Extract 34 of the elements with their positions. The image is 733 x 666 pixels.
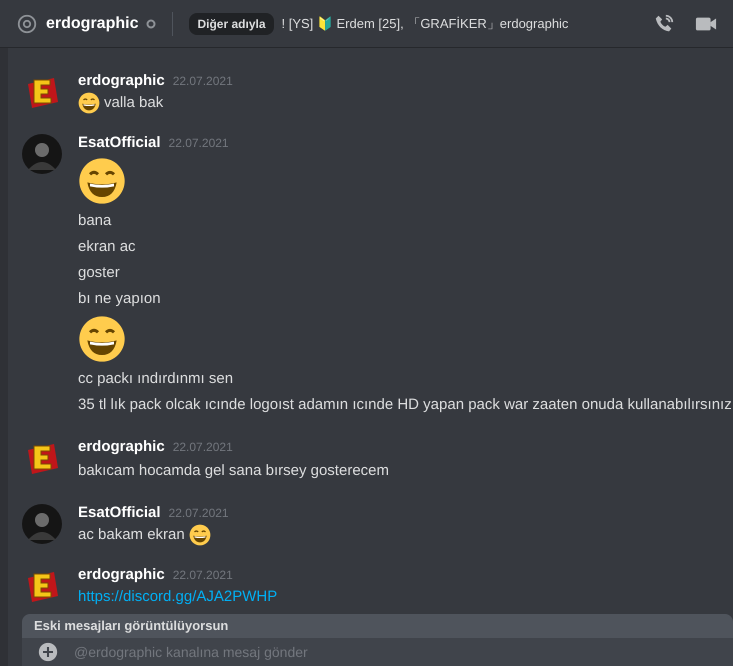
timestamp: 22.07.2021	[172, 439, 233, 456]
status-icon	[146, 18, 156, 28]
author-name: erdographic	[78, 437, 165, 457]
channel-name: erdographic	[46, 14, 138, 34]
at-sign-icon	[16, 12, 38, 34]
grin-emoji-icon	[78, 157, 126, 205]
timestamp: 22.07.2021	[172, 567, 233, 584]
alias-tag: Diğer adıyla	[189, 12, 274, 34]
grin-emoji-icon	[78, 315, 126, 363]
grin-emoji-icon	[78, 92, 100, 114]
message-text: ac bakam ekran	[78, 524, 185, 545]
message-text: bana	[78, 210, 112, 231]
author-name: erdographic	[78, 565, 165, 585]
avatar	[22, 134, 62, 174]
grin-emoji-icon	[188, 524, 211, 546]
message-text: cc packı ındırdınmı sen	[78, 368, 234, 389]
author-name: erdographic	[78, 71, 165, 91]
old-messages-banner: Eski mesajları görüntülüyorsun	[22, 614, 733, 638]
message-text: bakıcam hocamda gel sana bırsey gosterecem	[78, 460, 389, 481]
timestamp: 22.07.2021	[168, 135, 229, 152]
author-name: EsatOfficial	[78, 503, 161, 523]
avatar	[22, 504, 62, 544]
message-text: valla bak	[104, 92, 164, 113]
message-text: 35 tl lık pack olcak ıcınde logoıst adamın ıcınde HD yapan pack war zaaten onuda kullanabılırsınız	[78, 394, 732, 415]
timestamp: 22.07.2021	[168, 505, 229, 522]
add-icon[interactable]	[38, 642, 58, 662]
message-text: bı ne yapıon	[78, 288, 161, 309]
message-link[interactable]: https://discord.gg/AJA2PWHP	[78, 586, 278, 608]
alias-text: ! [YS] 🔰 Erdem [25], 「GRAFİKER」erdographic	[282, 14, 568, 33]
message-text: goster	[78, 262, 120, 283]
author-name: EsatOfficial	[78, 133, 161, 153]
timestamp: 22.07.2021	[172, 73, 233, 90]
message-text: ekran ac	[78, 236, 136, 257]
video-icon[interactable]	[695, 14, 717, 32]
